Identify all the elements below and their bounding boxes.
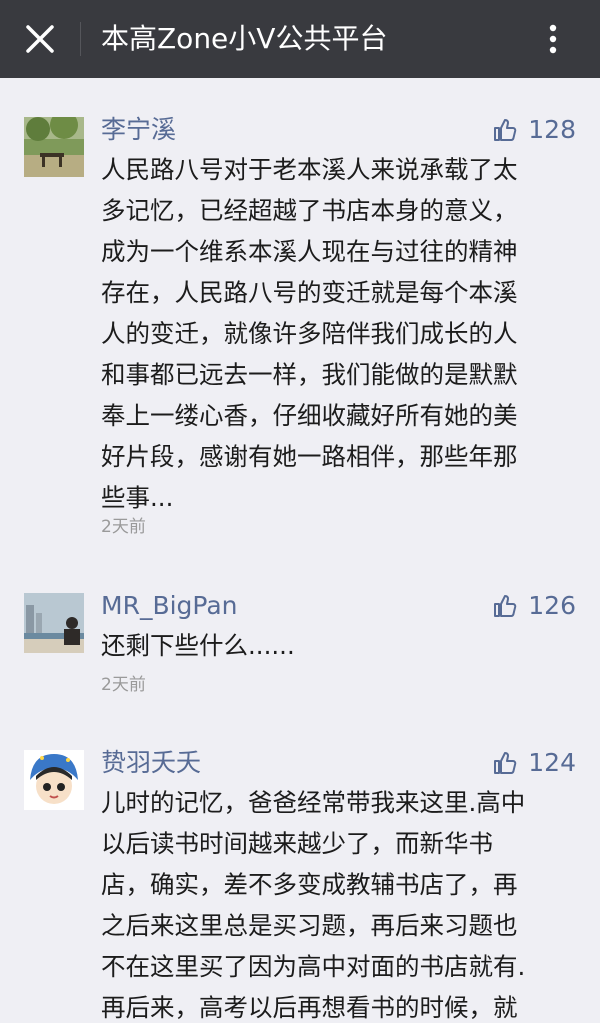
avatar[interactable] [24,750,84,810]
comment-item: 李宁溪 128 人民路八号对于老本溪人来说承载了太 多记忆，已经超越了书店本身的… [0,115,600,547]
like-button[interactable]: 126 [492,589,576,623]
comment-time: 2天前 [101,675,146,695]
comment-content: 还剩下些什么...... [101,631,295,660]
close-icon[interactable] [18,17,62,61]
comment-author[interactable]: MR_BigPan [101,589,238,623]
comment-content: 儿时的记忆，爸爸经常带我来这里.高中 以后读书时间越来越少了，而新华书 店，确实… [101,788,526,1022]
like-count: 126 [528,591,576,620]
avatar[interactable] [24,117,84,177]
thumbs-up-icon [494,595,517,617]
comment-time: 2天前 [101,517,146,537]
like-count: 128 [528,115,576,144]
comment-content: 人民路八号对于老本溪人来说承载了太 多记忆，已经超越了书店本身的意义， 成为一个… [101,155,518,512]
comment-author[interactable]: 贽羽夭夭 [101,746,201,780]
top-bar: 本高Zone小V公共平台 [0,0,600,78]
page-title: 本高Zone小V公共平台 [101,22,388,55]
like-button[interactable]: 124 [492,746,576,780]
more-vertical-icon[interactable] [533,17,573,61]
like-button[interactable]: 128 [492,113,576,147]
thumbs-up-icon [494,119,517,141]
comment-author[interactable]: 李宁溪 [101,113,176,147]
topbar-divider [80,22,81,56]
avatar[interactable] [24,593,84,653]
thumbs-up-icon [494,752,517,774]
comment-item: MR_BigPan 126 还剩下些什么...... 2天前 [0,591,600,703]
comment-item: 贽羽夭夭 124 儿时的记忆，爸爸经常带我来这里.高中 以后读书时间越来越少了，… [0,748,600,1023]
like-count: 124 [528,748,576,777]
